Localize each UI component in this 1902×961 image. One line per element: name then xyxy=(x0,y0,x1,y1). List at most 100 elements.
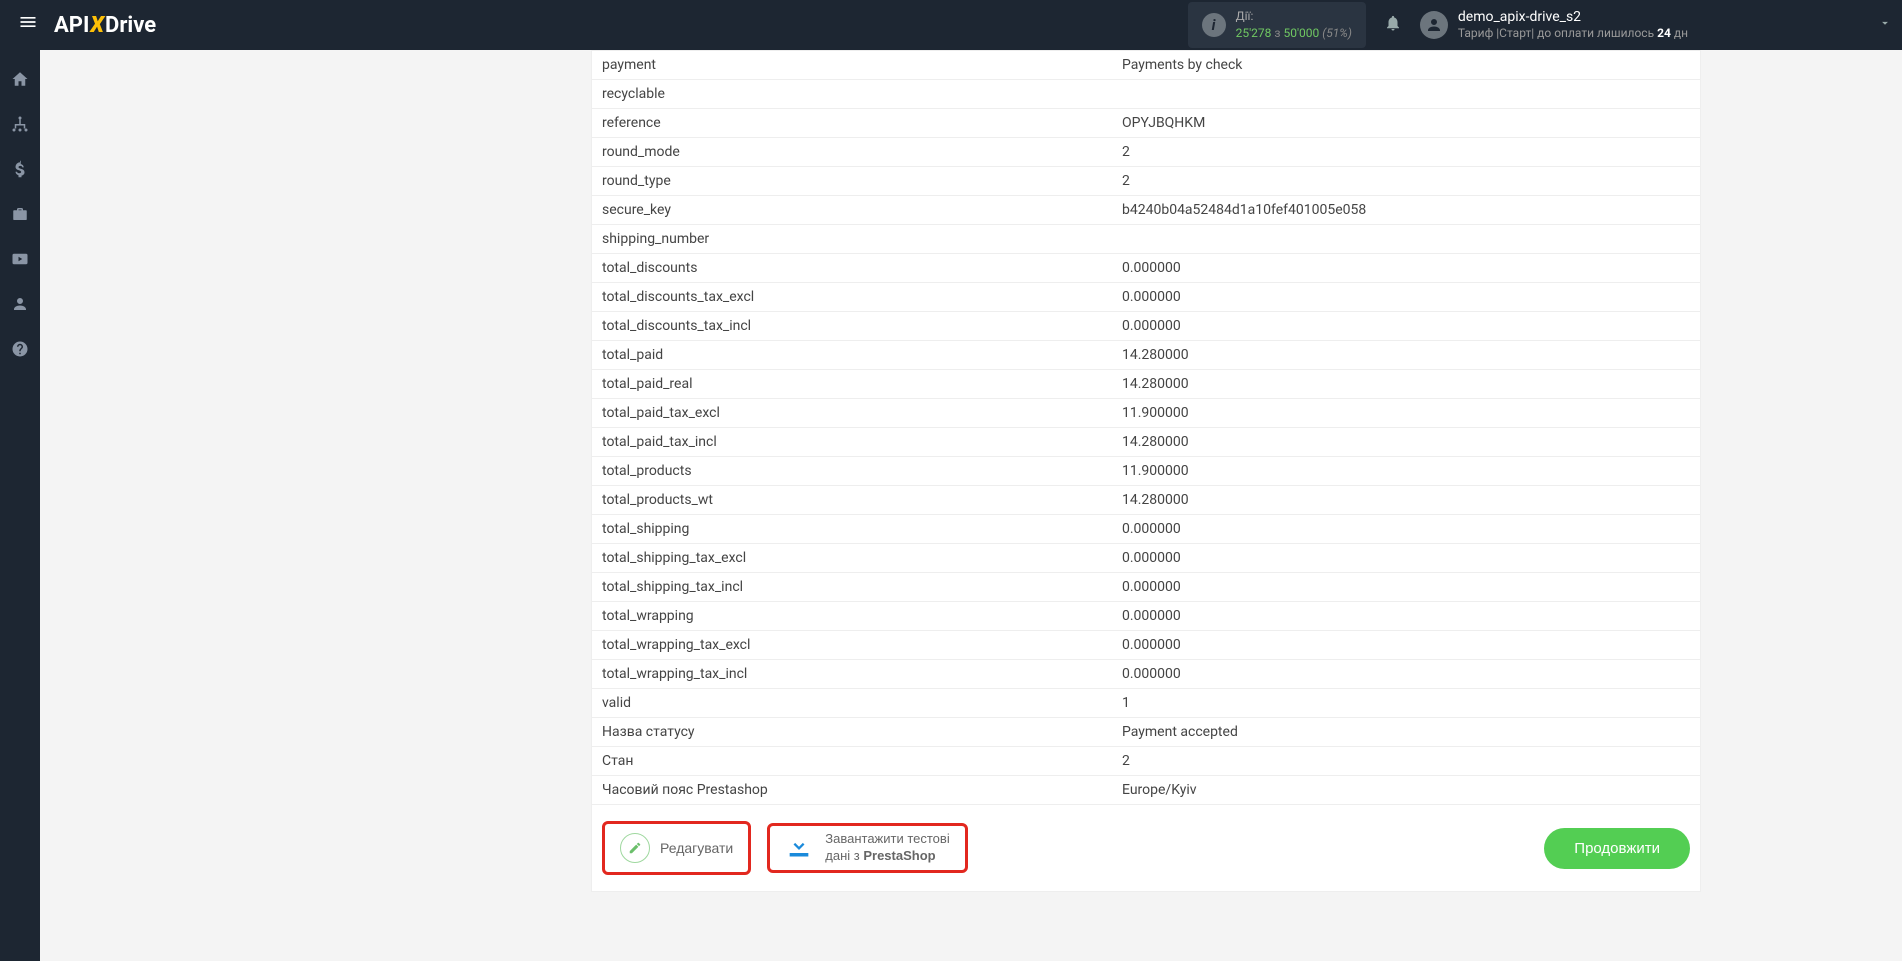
row-key: total_shipping xyxy=(592,515,1112,544)
table-row: total_discounts0.000000 xyxy=(592,254,1700,283)
row-value: 0.000000 xyxy=(1112,254,1700,283)
table-row: referenceOPYJBQHKM xyxy=(592,109,1700,138)
row-key: secure_key xyxy=(592,196,1112,225)
row-key: total_wrapping xyxy=(592,602,1112,631)
logo-x: X xyxy=(89,13,105,38)
table-row: total_paid_tax_incl14.280000 xyxy=(592,428,1700,457)
edit-button[interactable]: Редагувати xyxy=(606,825,747,871)
row-value: 0.000000 xyxy=(1112,312,1700,341)
avatar-icon xyxy=(1420,11,1448,39)
download-label: Завантажити тестові дані з PrestaShop xyxy=(825,831,949,865)
row-value: 11.900000 xyxy=(1112,457,1700,486)
row-value: 0.000000 xyxy=(1112,660,1700,689)
sidebar-home-icon[interactable] xyxy=(0,70,40,93)
continue-button[interactable]: Продовжити xyxy=(1544,828,1690,869)
row-key: total_paid_tax_incl xyxy=(592,428,1112,457)
row-key: total_discounts_tax_incl xyxy=(592,312,1112,341)
table-row: Стан2 xyxy=(592,747,1700,776)
main: paymentPayments by checkrecyclablerefere… xyxy=(40,50,1902,961)
table-row: total_discounts_tax_excl0.000000 xyxy=(592,283,1700,312)
row-key: total_wrapping_tax_incl xyxy=(592,660,1112,689)
row-key: total_paid xyxy=(592,341,1112,370)
row-key: total_paid_real xyxy=(592,370,1112,399)
row-value: 0.000000 xyxy=(1112,602,1700,631)
row-value: Europe/Kyiv xyxy=(1112,776,1700,805)
row-key: Назва статусу xyxy=(592,718,1112,747)
user-tariff: Тариф |Старт| до оплати лишилось 24 дн xyxy=(1458,26,1688,42)
stats-pct: (51%) xyxy=(1319,26,1352,40)
stats-total: 50'000 xyxy=(1283,26,1319,40)
sidebar-account-icon[interactable] xyxy=(0,295,40,318)
logo-part2: Drive xyxy=(105,13,156,38)
chevron-down-icon xyxy=(1878,16,1892,34)
row-value: b4240b04a52484d1a10fef401005e058 xyxy=(1112,196,1700,225)
row-value: 2 xyxy=(1112,747,1700,776)
row-value: 0.000000 xyxy=(1112,631,1700,660)
data-panel: paymentPayments by checkrecyclablerefere… xyxy=(591,50,1701,892)
row-value: Payments by check xyxy=(1112,51,1700,80)
table-row: Часовий пояс PrestashopEurope/Kyiv xyxy=(592,776,1700,805)
table-row: round_type2 xyxy=(592,167,1700,196)
row-value: 2 xyxy=(1112,167,1700,196)
table-row: total_paid14.280000 xyxy=(592,341,1700,370)
header: APIXDrive i Дії: 25'278 з 50'000 (51%) d… xyxy=(0,0,1902,50)
row-key: round_type xyxy=(592,167,1112,196)
table-row: Назва статусуPayment accepted xyxy=(592,718,1700,747)
stats-box[interactable]: i Дії: 25'278 з 50'000 (51%) xyxy=(1188,2,1366,48)
row-value xyxy=(1112,80,1700,109)
menu-icon[interactable] xyxy=(10,12,46,38)
download-icon xyxy=(785,832,813,865)
table-row: shipping_number xyxy=(592,225,1700,254)
table-row: total_products_wt14.280000 xyxy=(592,486,1700,515)
table-row: total_wrapping0.000000 xyxy=(592,602,1700,631)
row-value: Payment accepted xyxy=(1112,718,1700,747)
sidebar-briefcase-icon[interactable] xyxy=(0,205,40,228)
sidebar-help-icon[interactable] xyxy=(0,340,40,363)
row-value: 14.280000 xyxy=(1112,486,1700,515)
row-key: reference xyxy=(592,109,1112,138)
stats-label: Дії: xyxy=(1236,8,1352,25)
table-row: total_paid_tax_excl11.900000 xyxy=(592,399,1700,428)
table-row: total_shipping0.000000 xyxy=(592,515,1700,544)
download-button[interactable]: Завантажити тестові дані з PrestaShop xyxy=(771,827,963,869)
table-row: total_wrapping_tax_incl0.000000 xyxy=(592,660,1700,689)
row-key: Часовий пояс Prestashop xyxy=(592,776,1112,805)
row-key: total_shipping_tax_incl xyxy=(592,573,1112,602)
row-value: OPYJBQHKM xyxy=(1112,109,1700,138)
table-row: total_shipping_tax_excl0.000000 xyxy=(592,544,1700,573)
row-key: recyclable xyxy=(592,80,1112,109)
row-key: payment xyxy=(592,51,1112,80)
logo-part1: API xyxy=(54,13,89,38)
stats-sep: з xyxy=(1271,26,1283,40)
bell-icon[interactable] xyxy=(1384,14,1402,37)
stats-used: 25'278 xyxy=(1236,26,1272,40)
row-key: total_wrapping_tax_excl xyxy=(592,631,1112,660)
row-value: 0.000000 xyxy=(1112,573,1700,602)
row-key: round_mode xyxy=(592,138,1112,167)
row-value: 0.000000 xyxy=(1112,544,1700,573)
user-name: demo_apix-drive_s2 xyxy=(1458,8,1688,26)
row-value xyxy=(1112,225,1700,254)
table-row: total_discounts_tax_incl0.000000 xyxy=(592,312,1700,341)
table-row: valid1 xyxy=(592,689,1700,718)
table-row: round_mode2 xyxy=(592,138,1700,167)
sidebar-billing-icon[interactable] xyxy=(0,160,40,183)
row-value: 2 xyxy=(1112,138,1700,167)
edit-label: Редагувати xyxy=(660,840,733,856)
table-row: secure_keyb4240b04a52484d1a10fef401005e0… xyxy=(592,196,1700,225)
table-row: total_wrapping_tax_excl0.000000 xyxy=(592,631,1700,660)
info-icon: i xyxy=(1202,13,1226,37)
row-value: 14.280000 xyxy=(1112,370,1700,399)
user-menu[interactable]: demo_apix-drive_s2 Тариф |Старт| до опла… xyxy=(1420,8,1892,42)
highlight-edit: Редагувати xyxy=(602,821,751,875)
logo[interactable]: APIXDrive xyxy=(54,13,156,38)
sidebar-connections-icon[interactable] xyxy=(0,115,40,138)
row-value: 14.280000 xyxy=(1112,341,1700,370)
sidebar-video-icon[interactable] xyxy=(0,250,40,273)
row-value: 1 xyxy=(1112,689,1700,718)
row-key: total_shipping_tax_excl xyxy=(592,544,1112,573)
row-value: 14.280000 xyxy=(1112,428,1700,457)
table-row: paymentPayments by check xyxy=(592,51,1700,80)
table-row: total_products11.900000 xyxy=(592,457,1700,486)
left-panel-spacer xyxy=(241,50,571,892)
